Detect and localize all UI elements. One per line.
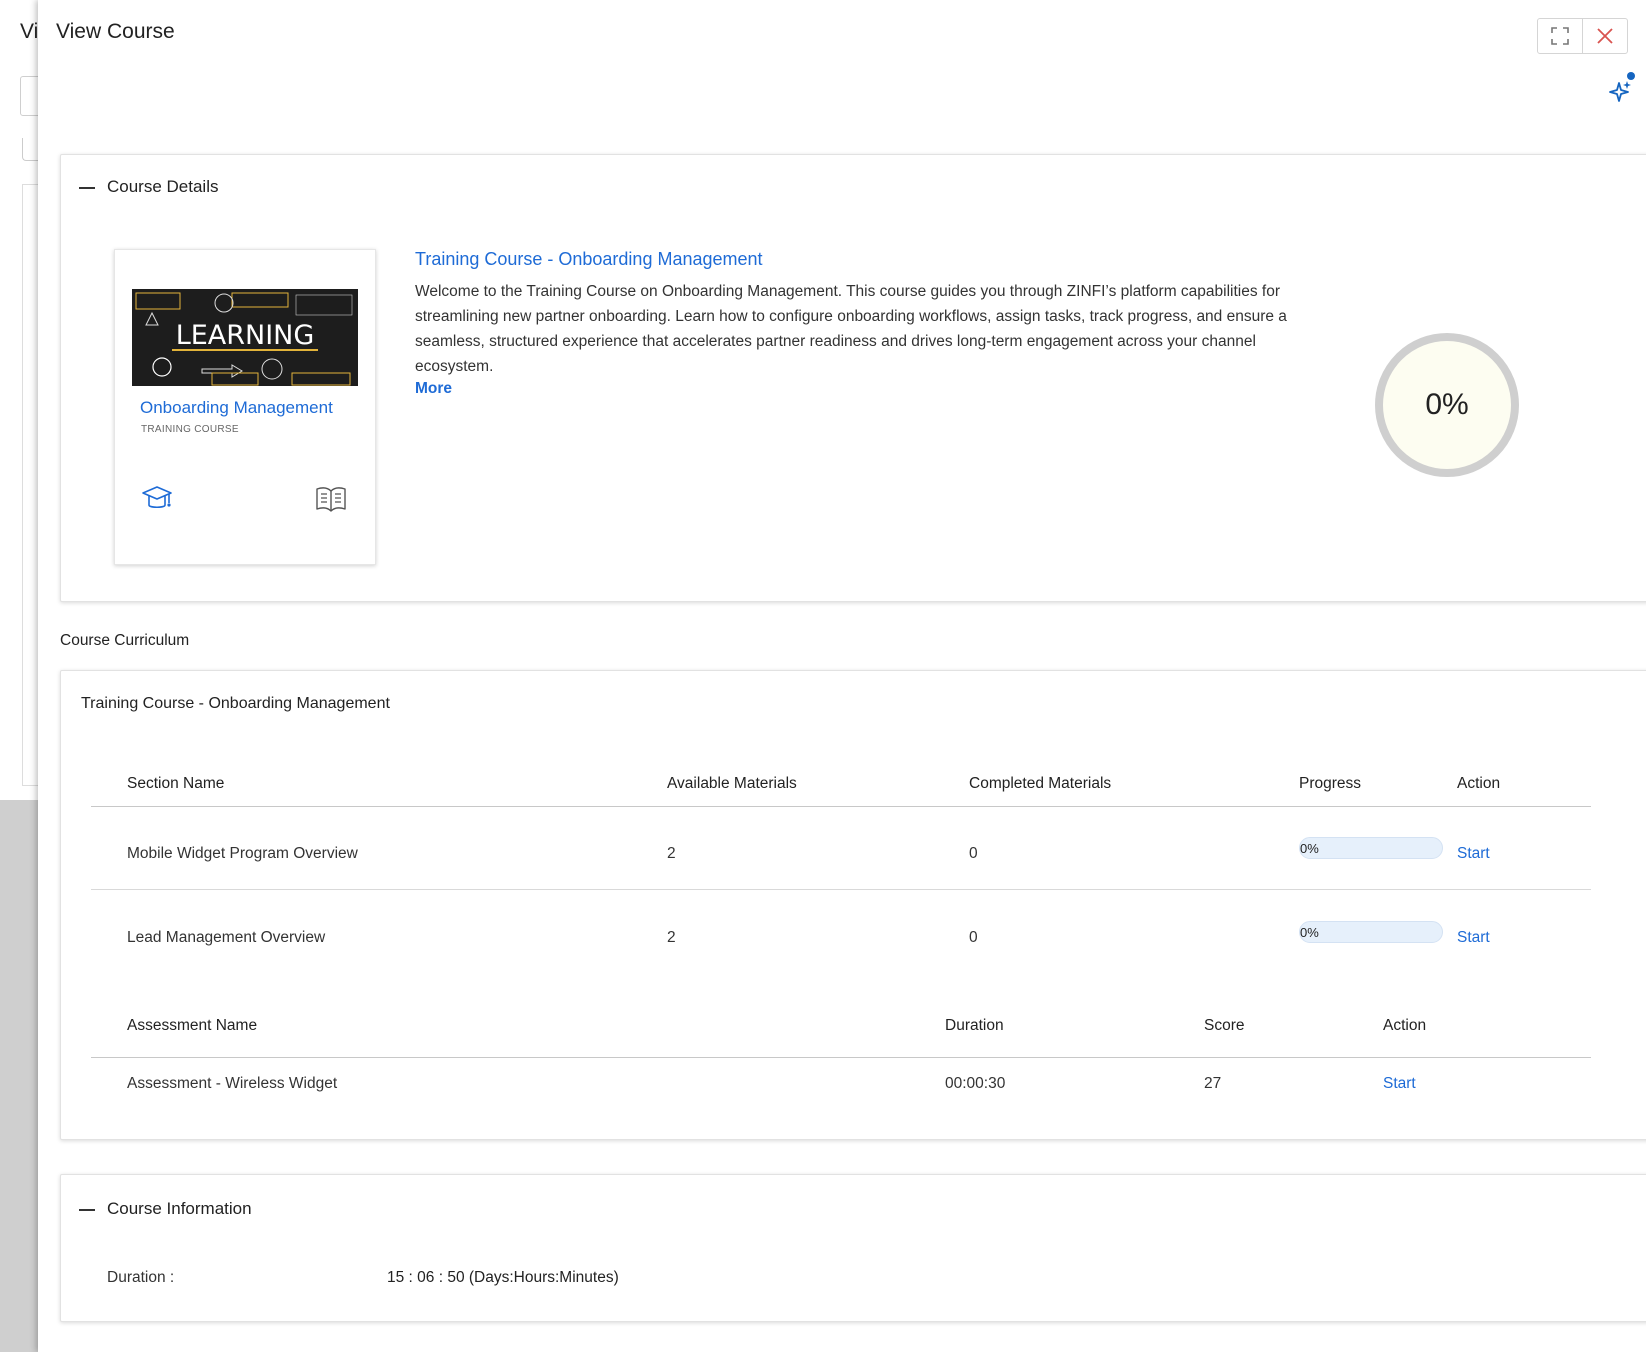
sparkle-icon[interactable] <box>1608 78 1634 104</box>
section-progress-bar: 0% <box>1299 837 1443 859</box>
section-name: Lead Management Overview <box>127 929 326 946</box>
close-icon <box>1597 28 1613 44</box>
section-available: 2 <box>667 929 676 946</box>
section-completed: 0 <box>969 845 978 862</box>
course-information-heading[interactable]: Course Information <box>107 1199 252 1219</box>
assessment-name: Assessment - Wireless Widget <box>127 1075 338 1092</box>
tile-title[interactable]: Onboarding Management <box>140 398 333 418</box>
fullscreen-icon <box>1551 27 1569 45</box>
learning-image: LEARNING <box>132 289 358 386</box>
header-divider <box>91 806 1591 807</box>
section-progress-bar: 0% <box>1299 921 1443 943</box>
course-details-heading[interactable]: Course Details <box>107 177 219 197</box>
col-section-name: Section Name <box>127 775 225 792</box>
course-progress-ring: 0% <box>1375 333 1519 477</box>
assessment-duration: 00:00:30 <box>945 1075 1006 1092</box>
col-progress: Progress <box>1299 775 1362 792</box>
close-button[interactable] <box>1582 18 1628 54</box>
course-description: Welcome to the Training Course on Onboar… <box>415 283 1287 375</box>
curriculum-card-title: Training Course - Onboarding Management <box>81 695 390 712</box>
col-assessment-name: Assessment Name <box>127 1017 258 1034</box>
panel-title: View Course <box>56 20 175 43</box>
course-progress-label: 0% <box>1425 388 1469 421</box>
section-available: 2 <box>667 845 676 862</box>
section-progress-label: 0% <box>1300 925 1319 940</box>
col-completed-materials: Completed Materials <box>969 775 1112 792</box>
course-title-link[interactable]: Training Course - Onboarding Management <box>415 249 763 270</box>
section-completed: 0 <box>969 929 978 946</box>
course-details-card: Course Details LEARNING Onboarding Manag… <box>60 154 1646 602</box>
course-curriculum-label: Course Curriculum <box>60 632 190 649</box>
col-available-materials: Available Materials <box>667 775 797 792</box>
assessment-score: 27 <box>1204 1075 1222 1092</box>
duration-label: Duration : <box>107 1269 175 1286</box>
col-assessment-action: Action <box>1383 1017 1427 1034</box>
view-course-panel: View Course Course Details LEARNING Onbo… <box>38 0 1646 1352</box>
col-duration: Duration <box>945 1017 1004 1034</box>
assessment-header-divider <box>91 1057 1591 1058</box>
course-thumbnail: LEARNING <box>132 289 358 386</box>
graduation-cap-icon[interactable] <box>141 484 173 514</box>
duration-value: 15 : 06 : 50 (Days:Hours:Minutes) <box>387 1269 619 1286</box>
course-curriculum-card: Training Course - Onboarding Management … <box>60 670 1646 1140</box>
more-link[interactable]: More <box>415 380 452 398</box>
row-divider <box>91 889 1591 890</box>
col-score: Score <box>1204 1017 1245 1034</box>
section-progress-label: 0% <box>1300 841 1319 856</box>
background-page-title: Vi <box>20 20 39 43</box>
notification-dot <box>1627 72 1635 80</box>
tile-subtitle: TRAINING COURSE <box>141 424 239 435</box>
course-information-card: Course Information Duration : 15 : 06 : … <box>60 1174 1646 1322</box>
section-name: Mobile Widget Program Overview <box>127 845 358 862</box>
col-action: Action <box>1457 775 1501 792</box>
assessment-start-link[interactable]: Start <box>1383 1075 1416 1093</box>
open-book-icon[interactable] <box>315 484 347 514</box>
minus-icon[interactable] <box>79 187 95 189</box>
minus-icon[interactable] <box>79 1209 95 1211</box>
course-tile[interactable]: LEARNING Onboarding Management TRAINING … <box>114 249 376 565</box>
thumbnail-text: LEARNING <box>176 320 315 351</box>
section-start-link[interactable]: Start <box>1457 929 1490 947</box>
expand-button[interactable] <box>1537 18 1583 54</box>
section-start-link[interactable]: Start <box>1457 845 1490 863</box>
